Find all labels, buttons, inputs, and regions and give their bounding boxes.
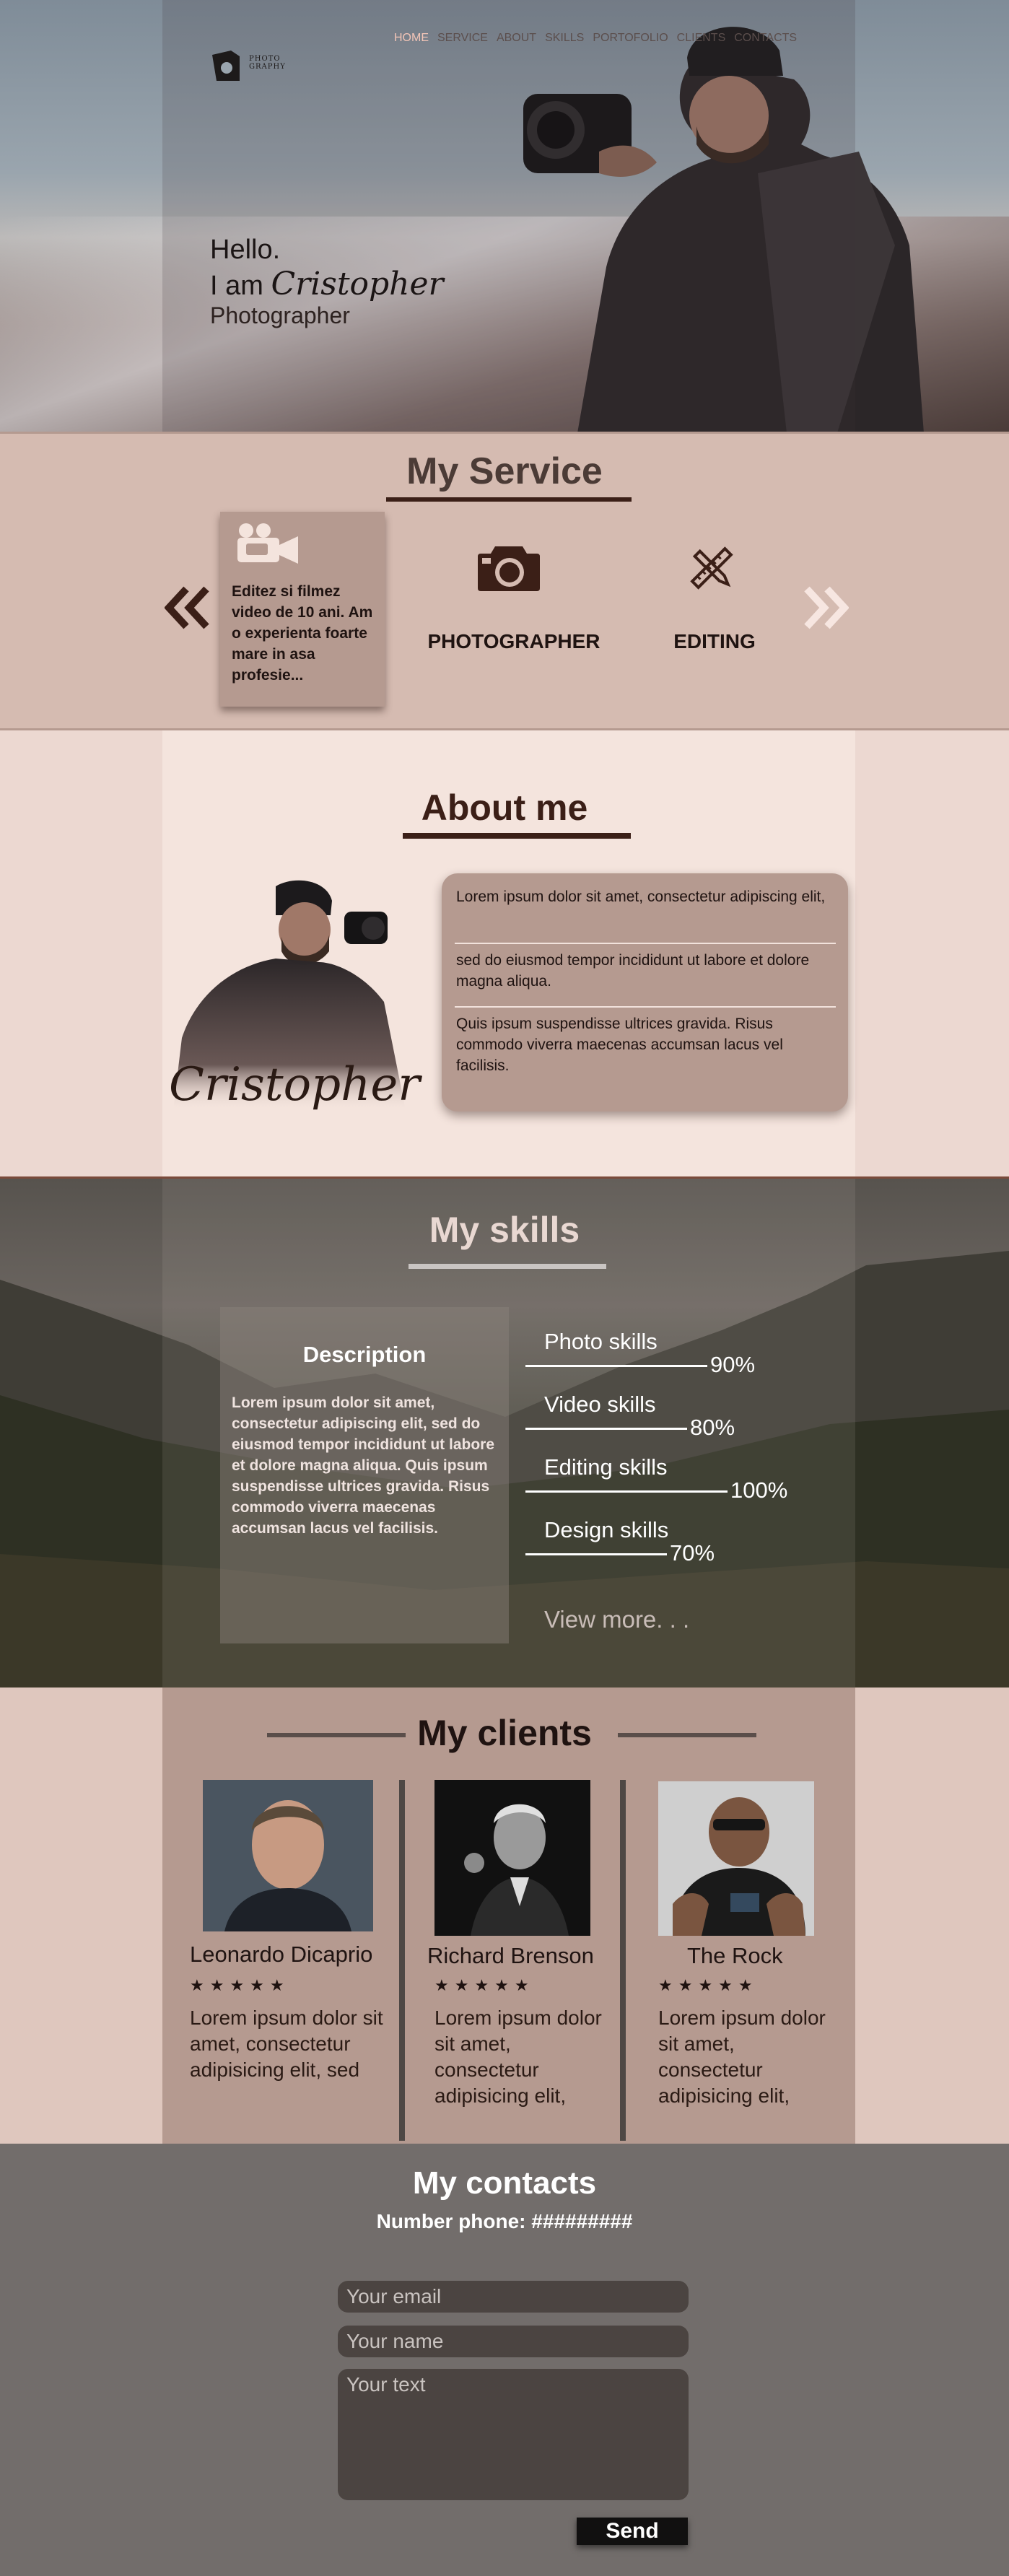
send-button[interactable]: Send [577,2518,688,2545]
client-review-1: Lorem ipsum dolor sit amet, consectetur … [190,2007,383,2081]
about-paragraph-3: Quis ipsum suspendisse ultrices gravida.… [456,1016,783,1074]
skill-percent-1: 90% [710,1352,756,1377]
name-field[interactable] [338,2326,689,2357]
camera-icon [478,546,540,591]
skill-percent-3: 100% [730,1477,788,1503]
service-title: My Service [406,450,603,492]
skill-name-4: Design skills [544,1517,669,1542]
logo-text: PHOTO GRAPHY [249,55,286,71]
skill-percent-4: 70% [670,1540,715,1566]
client-photo-richard [434,1780,590,1936]
client-column-divider-1 [399,1780,405,2141]
nav-about[interactable]: ABOUT [492,32,541,45]
hero-section: PHOTO GRAPHY HOME SERVICE ABOUT SKILLS P… [0,0,1009,432]
skills-section: My skills Description Lorem ipsum dolor … [0,1176,1009,1688]
message-field[interactable] [338,2369,689,2500]
email-field[interactable] [338,2281,689,2313]
client-name-3: The Rock [687,1943,783,1968]
contacts-section: My contacts Number phone: ######### Send [0,2144,1009,2576]
skills-description-text: Lorem ipsum dolor sit amet, consectetur … [232,1394,495,1537]
about-text-box: Lorem ipsum dolor sit amet, consectetur … [442,873,848,1112]
client-rating-3: ★★★★★ [658,1976,759,1994]
hero-hello: Hello. [210,235,281,265]
hero-job-title: Photographer [210,302,350,328]
service-editing-label: EDITING [673,630,756,652]
service-section: My Service Editez si filmez video de 10 … [0,432,1009,730]
clients-title: My clients [417,1713,592,1753]
carousel-prev-button[interactable] [164,578,211,636]
skill-bar-2 [525,1428,687,1430]
client-name-2: Richard Brenson [427,1943,594,1968]
skill-name-3: Editing skills [544,1454,668,1480]
service-card-photographer[interactable] [476,542,541,596]
view-more-link[interactable]: View more. . . [544,1606,689,1633]
nav-contacts[interactable]: CONTACTS [730,32,801,45]
skill-bar-1 [525,1365,707,1367]
clients-section: My clients Leonardo Dicaprio ★★★★★ Lorem… [0,1688,1009,2144]
contacts-phone: Number phone: ######### [376,2210,633,2232]
about-paragraph-2: sed do eiusmod tempor incididunt ut labo… [456,952,810,990]
client-photo-leonardo [203,1780,373,1931]
client-photo-the-rock [658,1781,814,1936]
main-nav: HOME SERVICE ABOUT SKILLS PORTOFOLIO CLI… [390,32,801,45]
double-chevron-right-icon [804,586,849,629]
hero-name: Cristopher [271,266,444,302]
client-rating-1: ★★★★★ [190,1976,290,1994]
contacts-title: My contacts [412,2165,597,2201]
service-title-underline [386,497,632,502]
skill-percent-2: 80% [690,1415,735,1440]
skills-title-underline [409,1264,606,1269]
service-photographer-label: PHOTOGRAPHER [427,630,600,652]
client-name-1: Leonardo Dicaprio [190,1942,373,1967]
client-review-2: Lorem ipsum dolor sit amet, consectetur … [434,2007,602,2107]
skill-name-2: Video skills [544,1392,656,1417]
skill-bar-4 [525,1553,667,1555]
client-column-divider-2 [620,1780,626,2141]
service-card-video[interactable]: Editez si filmez video de 10 ani. Am o e… [220,512,385,707]
hero-greeting: Hello. I am Cristopher Photographer [210,232,444,328]
nav-skills[interactable]: SKILLS [541,32,588,45]
service-card-editing[interactable] [686,542,738,598]
about-title-underline [403,833,631,839]
nav-home[interactable]: HOME [390,32,433,45]
clients-title-line-right [618,1733,756,1737]
video-camera-icon [237,523,298,564]
about-title: About me [421,787,588,828]
nav-service[interactable]: SERVICE [433,32,492,45]
about-divider-2 [455,1006,836,1008]
about-signature: Cristopher [169,1058,420,1112]
about-divider-1 [455,943,836,944]
service-video-text: Editez si filmez video de 10 ani. Am o e… [232,583,373,684]
skills-description-box: Description Lorem ipsum dolor sit amet, … [220,1307,509,1643]
skill-name-1: Photo skills [544,1329,658,1354]
skills-title: My skills [429,1210,580,1250]
skills-description-title: Description [302,1342,427,1367]
about-paragraph-1: Lorem ipsum dolor sit amet, consectetur … [456,888,826,905]
hero-i-am: I am [210,271,263,301]
pencil-ruler-icon [690,546,733,590]
double-chevron-left-icon [164,586,209,629]
nav-clients[interactable]: CLIENTS [673,32,730,45]
client-review-3: Lorem ipsum dolor sit amet, consectetur … [658,2007,826,2107]
carousel-next-button[interactable] [803,578,849,636]
hero-intro: I am Cristopher [210,267,444,303]
nav-portofolio[interactable]: PORTOFOLIO [588,32,672,45]
skill-bar-3 [525,1490,728,1493]
client-rating-2: ★★★★★ [434,1976,535,1994]
